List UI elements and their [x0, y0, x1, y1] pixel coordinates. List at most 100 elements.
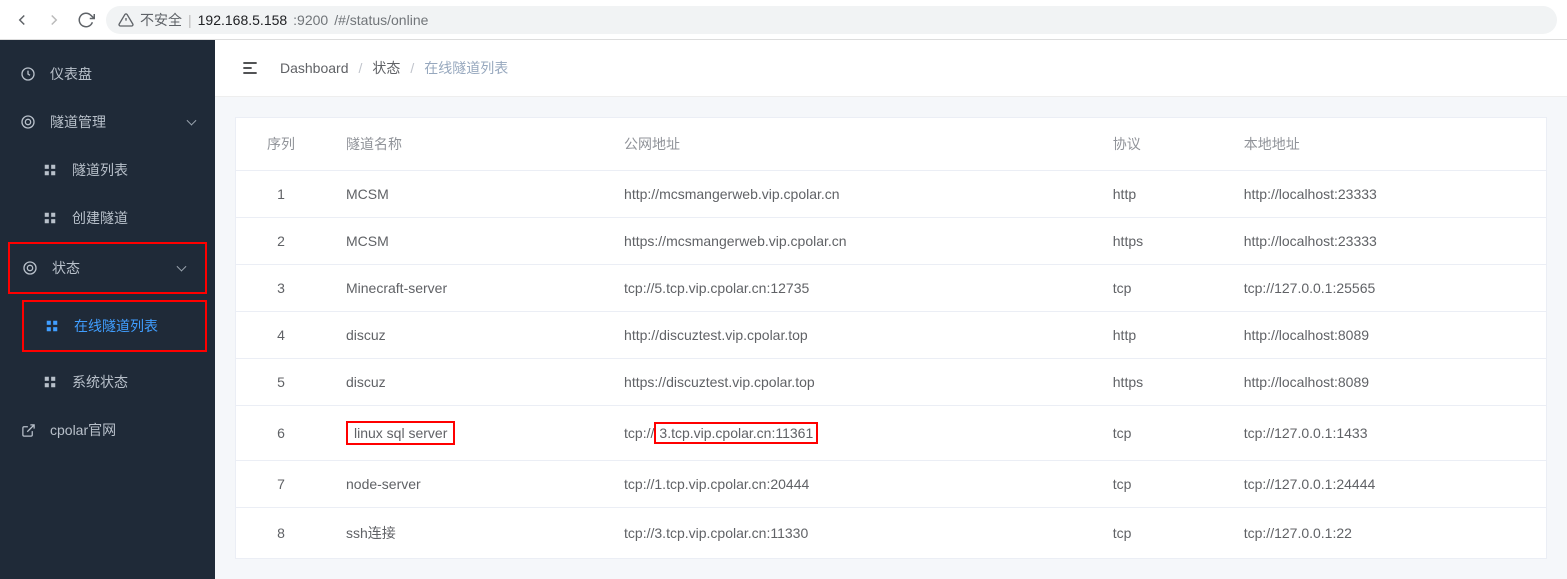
cell-local: tcp://127.0.0.1:25565 — [1224, 265, 1546, 312]
external-link-icon — [20, 422, 36, 438]
not-secure-icon — [118, 12, 134, 28]
topbar: Dashboard / 状态 / 在线隧道列表 — [215, 40, 1567, 97]
table-row[interactable]: 6linux sql servertcp://3.tcp.vip.cpolar.… — [236, 406, 1546, 461]
cell-name: Minecraft-server — [326, 265, 604, 312]
browser-url-bar[interactable]: 不安全 | 192.168.5.158:9200/#/status/online — [106, 6, 1557, 34]
cell-name: ssh连接 — [326, 508, 604, 559]
sidebar: 仪表盘 隧道管理 隧道列表 创建隧道 — [0, 40, 215, 579]
cell-protocol: tcp — [1093, 265, 1224, 312]
sidebar-item-tunnel-mgmt[interactable]: 隧道管理 — [0, 98, 215, 146]
cell-seq: 7 — [236, 461, 326, 508]
sidebar-item-status[interactable]: 状态 — [10, 244, 205, 292]
cell-local: http://localhost:23333 — [1224, 218, 1546, 265]
url-path: /#/status/online — [334, 12, 428, 28]
sidebar-item-label: 在线隧道列表 — [74, 316, 158, 336]
sidebar-item-tunnel-list[interactable]: 隧道列表 — [0, 146, 215, 194]
url-port: :9200 — [293, 12, 328, 28]
cell-name: discuz — [326, 312, 604, 359]
table-row[interactable]: 2MCSMhttps://mcsmangerweb.vip.cpolar.cnh… — [236, 218, 1546, 265]
cell-protocol: http — [1093, 171, 1224, 218]
breadcrumb-dashboard[interactable]: Dashboard — [280, 60, 349, 76]
th-protocol: 协议 — [1093, 118, 1224, 171]
cell-seq: 6 — [236, 406, 326, 461]
cell-protocol: https — [1093, 359, 1224, 406]
cell-name: MCSM — [326, 171, 604, 218]
tunnel-table: 序列 隧道名称 公网地址 协议 本地地址 1MCSMhttp://mcsmang… — [236, 118, 1546, 558]
cell-local: tcp://127.0.0.1:1433 — [1224, 406, 1546, 461]
browser-forward-button[interactable] — [42, 8, 66, 32]
breadcrumb-sep: / — [410, 60, 414, 76]
sidebar-online-highlight: 在线隧道列表 — [22, 300, 207, 352]
th-name: 隧道名称 — [326, 118, 604, 171]
content: 序列 隧道名称 公网地址 协议 本地地址 1MCSMhttp://mcsmang… — [215, 97, 1567, 579]
cell-protocol: https — [1093, 218, 1224, 265]
breadcrumb-current: 在线隧道列表 — [424, 58, 508, 78]
table-row[interactable]: 5discuzhttps://discuztest.vip.cpolar.top… — [236, 359, 1546, 406]
menu-toggle-icon[interactable] — [240, 58, 260, 78]
sidebar-item-cpolar-site[interactable]: cpolar官网 — [0, 406, 215, 454]
cell-local: tcp://127.0.0.1:22 — [1224, 508, 1546, 559]
breadcrumb: Dashboard / 状态 / 在线隧道列表 — [280, 58, 508, 78]
status-icon — [22, 260, 38, 276]
browser-bar: 不安全 | 192.168.5.158:9200/#/status/online — [0, 0, 1567, 40]
cell-public: https://mcsmangerweb.vip.cpolar.cn — [604, 218, 1093, 265]
sidebar-item-label: cpolar官网 — [50, 420, 116, 440]
sidebar-item-dashboard[interactable]: 仪表盘 — [0, 50, 215, 98]
th-public: 公网地址 — [604, 118, 1093, 171]
th-local: 本地地址 — [1224, 118, 1546, 171]
sidebar-item-label: 系统状态 — [72, 372, 128, 392]
table-row[interactable]: 7node-servertcp://1.tcp.vip.cpolar.cn:20… — [236, 461, 1546, 508]
th-seq: 序列 — [236, 118, 326, 171]
table-row[interactable]: 4discuzhttp://discuztest.vip.cpolar.toph… — [236, 312, 1546, 359]
cell-seq: 3 — [236, 265, 326, 312]
sidebar-item-system-status[interactable]: 系统状态 — [0, 358, 215, 406]
sidebar-item-online-list[interactable]: 在线隧道列表 — [24, 302, 205, 350]
cell-seq: 2 — [236, 218, 326, 265]
cell-name: discuz — [326, 359, 604, 406]
cell-public: tcp://3.tcp.vip.cpolar.cn:11361 — [604, 406, 1093, 461]
list-icon — [44, 318, 60, 334]
table-row[interactable]: 1MCSMhttp://mcsmangerweb.vip.cpolar.cnht… — [236, 171, 1546, 218]
table-row[interactable]: 8ssh连接tcp://3.tcp.vip.cpolar.cn:11330tcp… — [236, 508, 1546, 559]
cell-name: linux sql server — [326, 406, 604, 461]
sidebar-item-label: 隧道管理 — [50, 112, 106, 132]
cell-name: MCSM — [326, 218, 604, 265]
browser-back-button[interactable] — [10, 8, 34, 32]
cell-public: tcp://1.tcp.vip.cpolar.cn:20444 — [604, 461, 1093, 508]
cell-protocol: tcp — [1093, 406, 1224, 461]
grid-icon — [42, 374, 58, 390]
cell-seq: 4 — [236, 312, 326, 359]
list-icon — [42, 162, 58, 178]
main: Dashboard / 状态 / 在线隧道列表 序列 隧道名称 公网地址 协议 — [215, 40, 1567, 579]
tunnel-icon — [20, 114, 36, 130]
dashboard-icon — [20, 66, 36, 82]
sidebar-status-highlight: 状态 — [8, 242, 207, 294]
cell-protocol: tcp — [1093, 508, 1224, 559]
cell-local: http://localhost:23333 — [1224, 171, 1546, 218]
cell-seq: 1 — [236, 171, 326, 218]
table-wrap: 序列 隧道名称 公网地址 协议 本地地址 1MCSMhttp://mcsmang… — [235, 117, 1547, 559]
cell-public: tcp://5.tcp.vip.cpolar.cn:12735 — [604, 265, 1093, 312]
cell-local: tcp://127.0.0.1:24444 — [1224, 461, 1546, 508]
cell-protocol: http — [1093, 312, 1224, 359]
cell-public: http://mcsmangerweb.vip.cpolar.cn — [604, 171, 1093, 218]
cell-public: https://discuztest.vip.cpolar.top — [604, 359, 1093, 406]
cell-name: node-server — [326, 461, 604, 508]
create-icon — [42, 210, 58, 226]
cell-public: http://discuztest.vip.cpolar.top — [604, 312, 1093, 359]
sidebar-item-tunnel-create[interactable]: 创建隧道 — [0, 194, 215, 242]
cell-seq: 8 — [236, 508, 326, 559]
sidebar-item-label: 状态 — [52, 258, 80, 278]
browser-reload-button[interactable] — [74, 8, 98, 32]
cell-protocol: tcp — [1093, 461, 1224, 508]
breadcrumb-sep: / — [359, 60, 363, 76]
sidebar-item-label: 仪表盘 — [50, 64, 92, 84]
cell-seq: 5 — [236, 359, 326, 406]
cell-public: tcp://3.tcp.vip.cpolar.cn:11330 — [604, 508, 1093, 559]
url-host: 192.168.5.158 — [198, 12, 288, 28]
sidebar-item-label: 创建隧道 — [72, 208, 128, 228]
table-row[interactable]: 3Minecraft-servertcp://5.tcp.vip.cpolar.… — [236, 265, 1546, 312]
breadcrumb-status[interactable]: 状态 — [372, 58, 400, 78]
sidebar-item-label: 隧道列表 — [72, 160, 128, 180]
cell-local: http://localhost:8089 — [1224, 312, 1546, 359]
